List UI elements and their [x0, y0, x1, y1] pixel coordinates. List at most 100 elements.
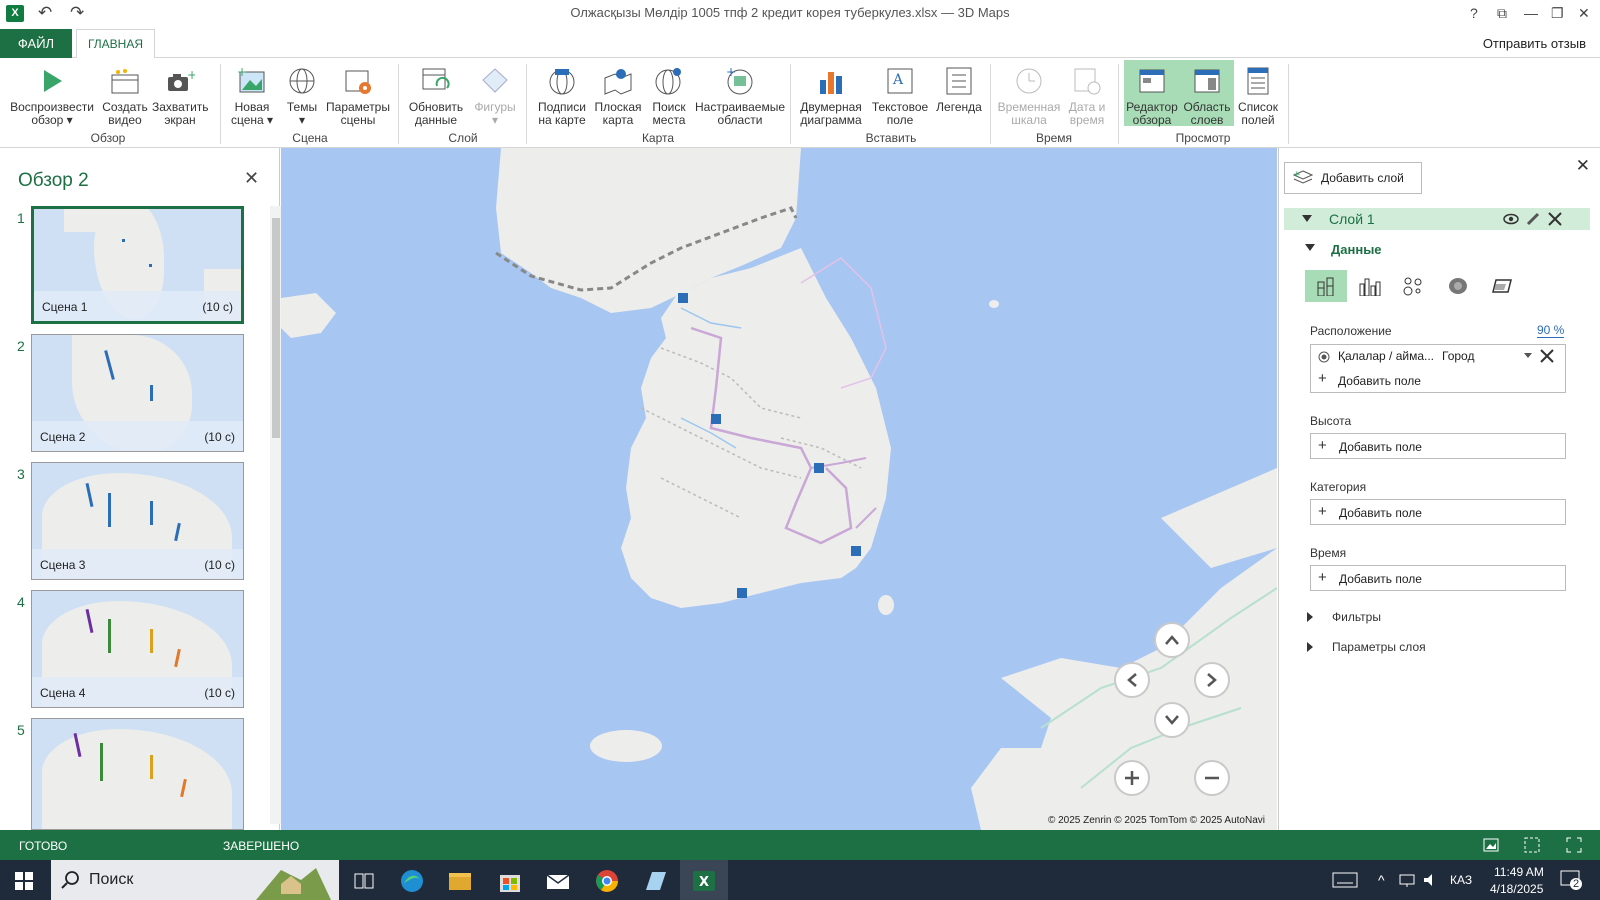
data-section-header[interactable]: Данные [1331, 242, 1382, 257]
map-canvas[interactable]: © 2025 Zenrin © 2025 TomTom © 2025 AutoN… [281, 148, 1277, 830]
clock-icon [1012, 64, 1046, 98]
scene-thumbnail-3[interactable]: Сцена 3 (10 с) [31, 462, 244, 580]
layers-pane-button[interactable]: Область слоев [1180, 60, 1234, 127]
language-indicator[interactable]: КАЗ [1450, 873, 1472, 887]
network-icon[interactable] [1398, 872, 1416, 888]
field-list-button[interactable]: Список полей [1234, 64, 1282, 127]
file-explorer-icon[interactable] [447, 868, 473, 894]
svg-text:X: X [699, 875, 709, 890]
zoom-in-button[interactable] [1114, 760, 1150, 796]
location-confidence-link[interactable]: 90 % [1537, 323, 1565, 338]
pencil-icon[interactable] [1526, 212, 1540, 226]
scrollbar-thumb[interactable] [272, 218, 280, 438]
scene-thumbnail-1[interactable]: Сцена 1 (10 с) [31, 206, 244, 324]
legend-button[interactable]: Легенда [934, 64, 984, 114]
viz-region[interactable] [1481, 270, 1523, 302]
thumb-bar [108, 619, 111, 653]
location-add-field[interactable]: + Добавить поле [1311, 369, 1511, 391]
keyboard-icon[interactable] [1332, 872, 1358, 888]
height-add-field[interactable]: + Добавить поле [1310, 433, 1566, 459]
pan-right-button[interactable] [1194, 662, 1230, 698]
map-labels-button[interactable]: Подписи на карте [532, 64, 592, 127]
taskbar-search[interactable]: Поиск [51, 860, 339, 900]
layer-row[interactable]: Слой 1 [1284, 208, 1590, 230]
volume-icon[interactable] [1422, 872, 1440, 888]
zoom-out-button[interactable] [1194, 760, 1230, 796]
chart-2d-button[interactable]: Двумерная диаграмма [796, 64, 866, 127]
scene-thumbnail-4[interactable]: Сцена 4 (10 с) [31, 590, 244, 708]
dropdown-arrow-icon[interactable] [1524, 353, 1532, 359]
clock-date[interactable]: 4/18/2025 [1490, 882, 1543, 896]
find-place-button[interactable]: Поиск места [644, 64, 694, 127]
add-layer-button[interactable]: + Добавить слой [1284, 162, 1422, 194]
help-button[interactable]: ? [1470, 3, 1478, 23]
time-add-field[interactable]: + Добавить поле [1310, 565, 1566, 591]
delete-layer-icon[interactable] [1548, 212, 1562, 226]
thumb-bar [100, 743, 103, 781]
pan-left-button[interactable] [1114, 662, 1150, 698]
tour-editor-icon [1135, 64, 1169, 98]
textbox-button[interactable]: A Текстовое поле [866, 64, 934, 127]
search-placeholder: Поиск [89, 871, 134, 888]
themes-button[interactable]: Темы ▾ [280, 64, 324, 127]
minimize-button[interactable]: — [1524, 3, 1538, 23]
timeline-button[interactable]: Временная шкала [996, 64, 1062, 127]
pan-up-button[interactable] [1154, 622, 1190, 658]
shapes-button[interactable]: Фигуры ▾ [470, 64, 520, 127]
group-label-view: Просмотр [1175, 131, 1231, 145]
play-tour-label-2: обзор ▾ [31, 113, 73, 127]
expand-triangle-icon [1307, 612, 1313, 622]
clock-time[interactable]: 11:49 AM [1494, 865, 1544, 879]
taskbar-excel-active[interactable]: X [680, 860, 728, 900]
viz-bubble[interactable] [1393, 270, 1435, 302]
flat-map-icon [601, 64, 635, 98]
tour-editor-button[interactable]: Редактор обзора [1124, 60, 1180, 127]
location-type-select[interactable]: Город [1442, 349, 1474, 363]
scene-thumbnail-5[interactable] [31, 718, 244, 830]
fullscreen-icon[interactable] [1566, 837, 1582, 853]
scene-options-button[interactable]: Параметры сцены [324, 64, 392, 127]
datetime-button[interactable]: Дата и время [1062, 64, 1112, 127]
mail-icon[interactable] [545, 868, 571, 894]
collapse-triangle-icon[interactable] [1305, 244, 1315, 252]
status-bar: ГОТОВО ЗАВЕРШЕНО [0, 830, 1600, 860]
datetime-label-2: время [1069, 113, 1105, 127]
close-window-button[interactable]: ✕ [1578, 3, 1590, 23]
ribbon-display-button[interactable]: ⧉ [1497, 3, 1507, 23]
new-scene-button[interactable]: + Новая сцена ▾ [226, 64, 278, 127]
radio-icon[interactable] [1318, 351, 1330, 363]
scene-thumbnail-2[interactable]: Сцена 2 (10 с) [31, 334, 244, 452]
screenshot-icon[interactable] [1524, 837, 1540, 853]
tray-expand-icon[interactable]: ^ [1378, 872, 1385, 888]
tour-close-button[interactable]: ✕ [244, 168, 259, 189]
maximize-button[interactable]: ❐ [1551, 3, 1564, 23]
viz-stacked-column[interactable] [1305, 270, 1347, 302]
capture-screen-button[interactable]: + Захватить экран [152, 64, 209, 127]
send-feedback-link[interactable]: Отправить отзыв [1483, 36, 1586, 51]
tab-home[interactable]: ГЛАВНАЯ [76, 29, 155, 59]
layer-pane-close-button[interactable]: ✕ [1576, 156, 1590, 176]
flat-map-button[interactable]: Плоская карта [592, 64, 644, 127]
collapse-triangle-icon[interactable] [1302, 215, 1312, 223]
chrome-icon[interactable] [594, 868, 620, 894]
create-video-button[interactable]: Создать видео [100, 64, 150, 127]
play-tour-button[interactable]: Воспроизвести обзор ▾ [8, 64, 96, 127]
eye-icon[interactable] [1503, 213, 1519, 225]
photos-icon[interactable] [642, 868, 668, 894]
store-icon[interactable] [497, 868, 523, 894]
viz-heat-map[interactable] [1437, 270, 1479, 302]
edge-icon[interactable] [399, 868, 425, 894]
pan-down-button[interactable] [1154, 702, 1190, 738]
viz-clustered-column[interactable] [1349, 270, 1391, 302]
view-mode-icon[interactable] [1483, 837, 1499, 853]
task-view-icon[interactable] [351, 868, 377, 894]
custom-regions-button[interactable]: + Настраиваемые области [694, 64, 786, 127]
tab-file[interactable]: ФАЙЛ [0, 29, 72, 58]
windows-start-icon[interactable] [15, 872, 33, 890]
plus-icon [1125, 771, 1139, 785]
refresh-data-button[interactable]: Обновить данные [404, 64, 468, 127]
remove-field-icon[interactable] [1540, 349, 1554, 363]
status-done: ЗАВЕРШЕНО [223, 839, 300, 853]
refresh-icon [419, 64, 453, 98]
category-add-field[interactable]: + Добавить поле [1310, 499, 1566, 525]
